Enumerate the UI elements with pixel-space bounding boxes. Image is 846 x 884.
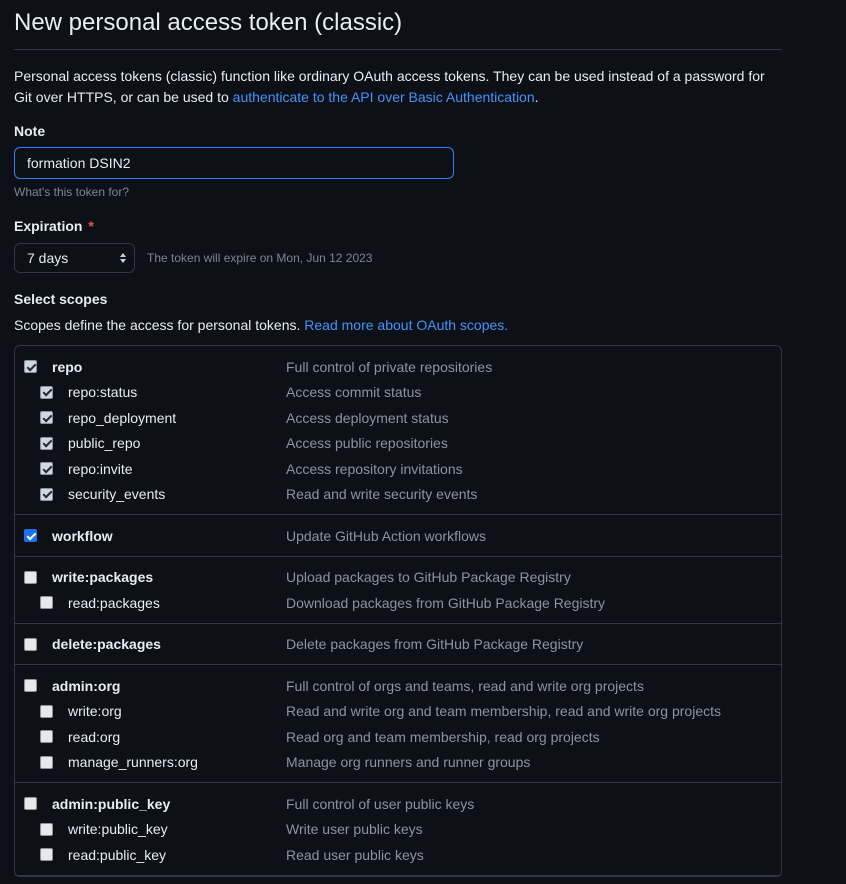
expiration-selected-value: 7 days [27, 250, 69, 266]
scope-row-read-org: read:org Read org and team membership, re… [15, 724, 781, 750]
select-arrows-icon [120, 253, 126, 263]
scope-checkbox-admin-org[interactable] [24, 679, 37, 693]
scope-group-admin-public-key: admin:public_key Full control of user pub… [15, 783, 781, 876]
required-mark: * [88, 218, 94, 234]
scope-description: Access repository invitations [286, 460, 463, 477]
scope-name: read:org [68, 728, 121, 745]
scope-description: Upload packages to GitHub Package Regist… [286, 569, 571, 586]
scopes-label: Select scopes [14, 291, 108, 307]
scope-row-write-public-key: write:public_key Write user public keys [15, 817, 781, 843]
scope-description: Access commit status [286, 384, 422, 401]
scope-description: Access deployment status [286, 409, 449, 426]
scopes-list: repo Full control of private repositories… [14, 345, 782, 877]
token-form-page: New personal access token (classic) Pers… [14, 0, 782, 877]
scope-row-public-repo: public_repo Access public repositories [15, 431, 781, 457]
scope-group-admin-org: admin:org Full control of orgs and teams,… [15, 665, 781, 783]
scope-description: Access public repositories [286, 435, 448, 452]
scope-name: admin:public_key [52, 795, 171, 812]
scope-checkbox-write-packages[interactable] [24, 570, 37, 584]
scope-name: delete:packages [52, 636, 161, 653]
scope-checkbox-read-org[interactable] [40, 730, 53, 744]
expiration-note: The token will expire on Mon, Jun 12 202… [147, 251, 373, 265]
scope-checkbox-write-public-key[interactable] [40, 822, 53, 836]
scope-name: read:public_key [68, 846, 167, 863]
scope-name: write:org [68, 703, 122, 720]
scopes-desc-text: Scopes define the access for personal to… [14, 317, 305, 333]
scope-checkbox-read-public-key[interactable] [40, 848, 53, 862]
scope-row-repo-status: repo:status Access commit status [15, 380, 781, 406]
intro-paragraph: Personal access tokens (classic) functio… [14, 66, 774, 108]
scope-row-delete-packages: delete:packages Delete packages from GitH… [15, 632, 781, 658]
scope-description: Read and write org and team membership, … [286, 703, 721, 720]
scope-name: public_repo [68, 435, 141, 452]
scope-description: Manage org runners and runner groups [286, 754, 531, 771]
scope-group-write-packages: write:packages Upload packages to GitHub … [15, 557, 781, 624]
scope-group-workflow: workflow Update GitHub Action workflows [15, 515, 781, 557]
scope-row-write-org: write:org Read and write org and team mem… [15, 699, 781, 725]
scope-checkbox-write-org[interactable] [40, 704, 53, 718]
basic-auth-link[interactable]: authenticate to the API over Basic Authe… [233, 89, 535, 105]
scope-row-read-public-key: read:public_key Read user public keys [15, 842, 781, 868]
expiration-label: Expiration * [14, 218, 782, 234]
scope-description: Write user public keys [286, 821, 423, 838]
expiration-select[interactable]: 7 days [14, 243, 135, 273]
scope-description: Update GitHub Action workflows [286, 527, 486, 544]
scope-checkbox-admin-public-key[interactable] [24, 797, 37, 811]
scope-row-repo: repo Full control of private repositories [15, 354, 781, 380]
expiration-row: 7 days The token will expire on Mon, Jun… [14, 243, 782, 273]
scope-name: admin:org [52, 677, 121, 694]
oauth-scopes-link[interactable]: Read more about OAuth scopes. [304, 317, 508, 333]
note-input[interactable] [14, 147, 454, 179]
scope-checkbox-repo[interactable] [24, 360, 37, 374]
page-title: New personal access token (classic) [14, 0, 782, 50]
scope-checkbox-read-packages[interactable] [40, 596, 53, 610]
note-hint: What's this token for? [14, 185, 130, 199]
scope-name: repo_deployment [68, 409, 177, 426]
scope-description: Full control of private repositories [286, 358, 493, 375]
scope-checkbox-repo-deployment[interactable] [40, 411, 53, 425]
scope-row-security-events: security_events Read and write security e… [15, 482, 781, 508]
scope-row-read-packages: read:packages Download packages from GitH… [15, 590, 781, 616]
scope-name: write:packages [52, 569, 154, 586]
scope-name: manage_runners:org [68, 754, 198, 771]
scope-description: Read org and team membership, read org p… [286, 728, 600, 745]
scope-description: Read user public keys [286, 846, 424, 863]
scope-row-repo-invite: repo:invite Access repository invitations [15, 456, 781, 482]
scope-checkbox-workflow[interactable] [24, 529, 37, 543]
scope-description: Delete packages from GitHub Package Regi… [286, 636, 584, 653]
scope-row-admin-public-key: admin:public_key Full control of user pub… [15, 791, 781, 817]
scope-row-workflow: workflow Update GitHub Action workflows [15, 523, 781, 549]
scope-row-repo-deployment: repo_deployment Access deployment status [15, 405, 781, 431]
scope-description: Full control of user public keys [286, 795, 475, 812]
intro-end: . [534, 89, 539, 105]
scope-name: repo:status [68, 384, 138, 401]
scope-checkbox-delete-packages[interactable] [24, 637, 37, 651]
scope-checkbox-public-repo[interactable] [40, 436, 53, 450]
scope-description: Full control of orgs and teams, read and… [286, 677, 644, 694]
expiration-label-text: Expiration [14, 218, 83, 234]
scope-name: read:packages [68, 594, 160, 611]
scope-row-manage-runners-org: manage_runners:org Manage org runners and… [15, 750, 781, 776]
scope-row-write-packages: write:packages Upload packages to GitHub … [15, 565, 781, 591]
scope-name: write:public_key [68, 821, 168, 838]
scope-description: Download packages from GitHub Package Re… [286, 594, 606, 611]
scope-name: repo:invite [68, 460, 133, 477]
scope-description: Read and write security events [286, 486, 478, 503]
scope-name: repo [52, 358, 83, 375]
scope-checkbox-repo-status[interactable] [40, 385, 53, 399]
scope-row-admin-org: admin:org Full control of orgs and teams,… [15, 673, 781, 699]
scope-group-delete-packages: delete:packages Delete packages from GitH… [15, 624, 781, 665]
scope-group-repo: repo Full control of private repositories… [15, 346, 781, 515]
scope-checkbox-repo-invite[interactable] [40, 462, 53, 476]
note-label: Note [14, 123, 46, 139]
scope-name: workflow [52, 527, 113, 544]
scopes-description: Scopes define the access for personal to… [14, 317, 782, 333]
scope-checkbox-security-events[interactable] [40, 487, 53, 501]
scope-checkbox-manage-runners-org[interactable] [40, 755, 53, 769]
scope-name: security_events [68, 486, 166, 503]
